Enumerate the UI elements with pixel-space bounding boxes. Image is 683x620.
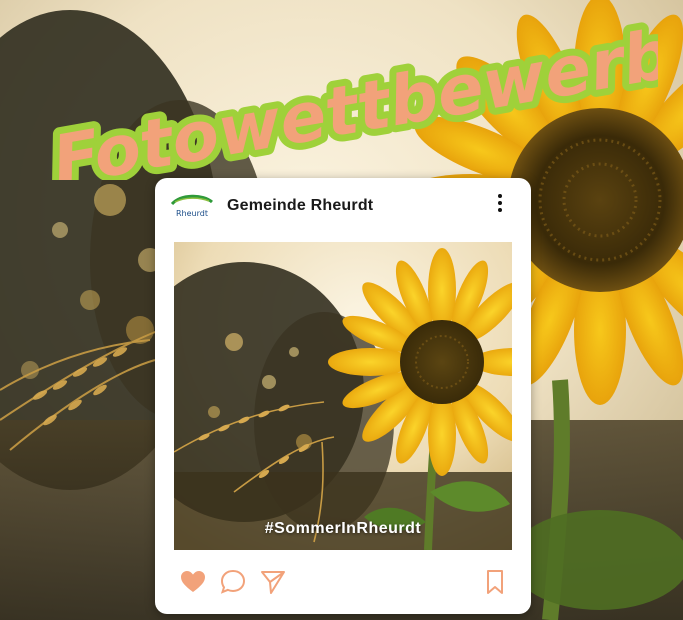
post-photo-image bbox=[174, 242, 512, 550]
post-header: Rheurdt Gemeinde Rheurdt bbox=[155, 178, 531, 236]
account-name[interactable]: Gemeinde Rheurdt bbox=[227, 197, 373, 215]
title-text: Fotowettbewerb bbox=[47, 15, 658, 180]
social-post-card: Rheurdt Gemeinde Rheurdt #SommerInRheurd… bbox=[155, 178, 531, 614]
poster: Fotowettbewerb Fotowettbewerb Rheurdt Ge… bbox=[0, 0, 683, 620]
logo-text: Rheurdt bbox=[176, 209, 208, 218]
bookmark-icon[interactable] bbox=[481, 568, 509, 596]
post-photo: #SommerInRheurdt bbox=[174, 242, 512, 550]
paper-plane-icon[interactable] bbox=[259, 568, 287, 596]
title-graphic: Fotowettbewerb Fotowettbewerb bbox=[40, 10, 658, 180]
municipality-logo: Rheurdt bbox=[170, 194, 213, 218]
more-vertical-icon[interactable] bbox=[497, 194, 503, 216]
heart-icon[interactable] bbox=[179, 568, 207, 596]
hashtag-caption: #SommerInRheurdt bbox=[264, 520, 422, 537]
post-actions bbox=[155, 558, 531, 608]
comment-bubble-icon[interactable] bbox=[219, 568, 247, 596]
